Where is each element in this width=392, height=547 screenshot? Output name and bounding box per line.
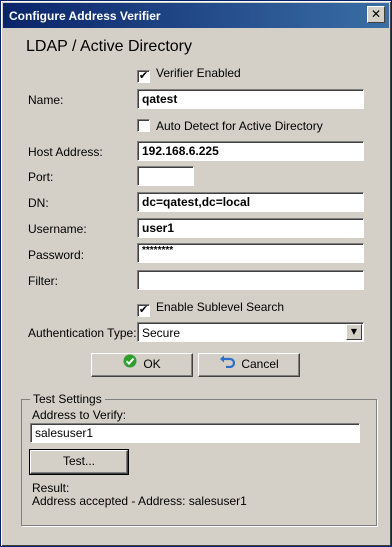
filter-input[interactable]: [137, 270, 364, 290]
host-address-input[interactable]: 192.168.6.225: [137, 141, 364, 161]
username-input[interactable]: user1: [137, 218, 364, 238]
dialog-body: LDAP / Active Directory ✔ Verifier Enable…: [3, 29, 389, 544]
port-label: Port:: [28, 170, 54, 184]
close-button[interactable]: ✕: [367, 6, 385, 23]
result-text: Address accepted - Address: salesuser1: [32, 494, 247, 508]
address-to-verify-input[interactable]: salesuser1: [30, 423, 360, 443]
dn-label: DN:: [28, 196, 49, 210]
password-input[interactable]: ********: [137, 243, 364, 263]
filter-label: Filter:: [28, 274, 58, 288]
host-address-label: Host Address:: [28, 145, 103, 159]
verifier-enabled-checkbox[interactable]: ✔: [137, 70, 150, 83]
ok-label: OK: [143, 357, 161, 371]
section-title: LDAP / Active Directory: [26, 38, 192, 55]
verifier-enabled-row[interactable]: ✔ Verifier Enabled: [137, 66, 241, 83]
result-label: Result:: [32, 481, 70, 495]
ok-button[interactable]: OK: [91, 353, 193, 377]
auto-detect-label: Auto Detect for Active Directory: [156, 119, 323, 133]
authentication-type-value: Secure: [142, 326, 181, 340]
name-input[interactable]: qatest: [137, 89, 364, 109]
verifier-enabled-label: Verifier Enabled: [156, 66, 241, 80]
test-button[interactable]: Test...: [29, 449, 129, 475]
test-settings-group: Test Settings Address to Verify: salesus…: [21, 392, 377, 526]
address-to-verify-label: Address to Verify:: [32, 408, 127, 422]
sublevel-search-checkbox[interactable]: ✔: [137, 304, 150, 317]
dn-input[interactable]: dc=qatest,dc=local: [137, 192, 364, 212]
cancel-button[interactable]: Cancel: [198, 353, 300, 377]
authentication-type-label: Authentication Type:: [28, 326, 137, 340]
password-label: Password:: [28, 248, 85, 262]
window-title: Configure Address Verifier: [9, 9, 161, 23]
name-label: Name:: [28, 93, 64, 107]
auto-detect-checkbox[interactable]: [137, 119, 150, 132]
test-settings-legend: Test Settings: [30, 392, 105, 406]
configure-address-verifier-dialog: Configure Address Verifier ✕ LDAP / Acti…: [0, 0, 392, 547]
cancel-label: Cancel: [241, 357, 279, 371]
dropdown-arrow-icon[interactable]: ▼: [346, 324, 362, 340]
green-check-icon: [123, 354, 137, 375]
port-input[interactable]: [137, 166, 194, 186]
undo-arrow-icon: [219, 354, 236, 375]
sublevel-search-row[interactable]: ✔ Enable Sublevel Search: [137, 300, 284, 317]
username-label: Username:: [28, 222, 87, 236]
title-bar[interactable]: Configure Address Verifier ✕: [3, 3, 389, 28]
sublevel-search-label: Enable Sublevel Search: [156, 300, 285, 314]
authentication-type-select[interactable]: Secure ▼: [137, 322, 364, 342]
auto-detect-row[interactable]: Auto Detect for Active Directory: [137, 119, 323, 133]
